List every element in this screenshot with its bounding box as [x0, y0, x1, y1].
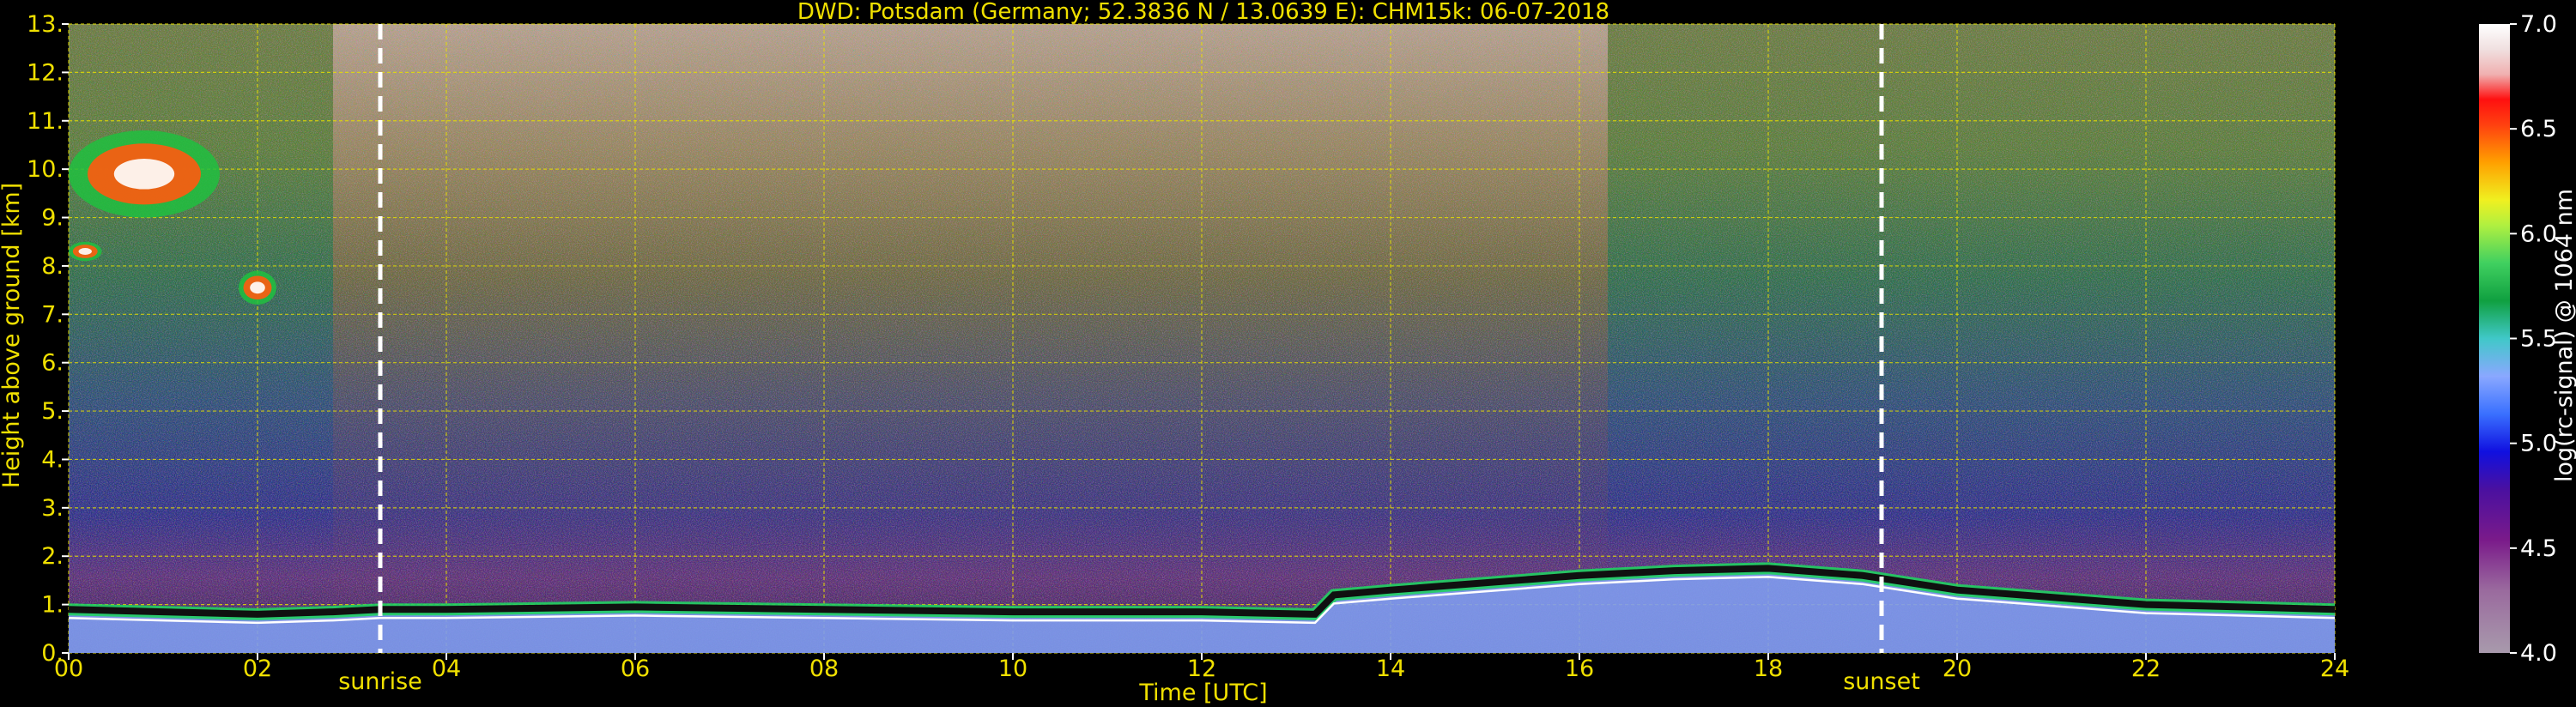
- cloud-feature-peak: [113, 159, 175, 190]
- y-axis-ticks: 0. 1. 2. 3. 4. 5. 6. 7. 8. 9. 10. 11. 12. 13.: [27, 11, 69, 667]
- x-tick-label: 14: [1376, 656, 1405, 682]
- y-tick-label: 8.: [41, 253, 64, 280]
- x-tick-label: 06: [621, 656, 650, 682]
- x-tick-label: 10: [998, 656, 1027, 682]
- y-tick-label: 3.: [41, 495, 64, 522]
- colorbar-label: log(rc-signal) @ 1064 nm: [2551, 189, 2576, 482]
- x-tick-label: 24: [2320, 656, 2349, 682]
- colorbar-tick-label: 4.5: [2520, 535, 2557, 562]
- y-tick-label: 1.: [41, 592, 64, 619]
- x-tick-label: 22: [2131, 656, 2161, 682]
- y-tick-label: 2.: [41, 543, 64, 570]
- cloud-feature-peak: [250, 281, 265, 294]
- sunset-label: sunset: [1843, 668, 1920, 695]
- x-tick-label: 04: [432, 656, 461, 682]
- cloud-feature-peak: [78, 248, 92, 255]
- y-axis-label: Height above ground [km]: [0, 183, 25, 488]
- sunrise-label: sunrise: [338, 668, 422, 695]
- colorbar: 4.04.55.05.56.06.57.0 log(rc-signal) @ 1…: [2479, 11, 2576, 667]
- colorbar-tick-label: 4.0: [2520, 640, 2557, 667]
- y-tick-label: 9.: [41, 205, 64, 232]
- x-tick-label: 12: [1187, 656, 1216, 682]
- colorbar-tick-label: 7.0: [2520, 11, 2557, 38]
- y-tick-label: 13.: [27, 11, 64, 38]
- colorbar-ticks: 4.04.55.05.56.06.57.0: [2510, 11, 2557, 667]
- ceilometer-figure: sunrise sunset 00 02 04 06 08 10 12 14 16 18 20 22 24…: [0, 0, 2576, 706]
- x-tick-label: 02: [243, 656, 272, 682]
- chart-title: DWD: Potsdam (Germany; 52.3836 N / 13.06…: [797, 0, 1609, 25]
- x-tick-label: 20: [1943, 656, 1972, 682]
- x-tick-label: 08: [809, 656, 839, 682]
- y-tick-label: 12.: [27, 59, 64, 86]
- colorbar-tick-label: 6.5: [2520, 116, 2557, 142]
- x-tick-label: 18: [1754, 656, 1783, 682]
- y-tick-label: 6.: [41, 350, 64, 377]
- y-tick-label: 5.: [41, 398, 64, 425]
- y-tick-label: 11.: [27, 108, 64, 135]
- x-axis-label: Time [UTC]: [1138, 680, 1267, 706]
- colorbar-scale: [2479, 24, 2510, 653]
- y-tick-label: 0.: [41, 640, 64, 667]
- y-tick-label: 7.: [41, 301, 64, 328]
- x-tick-label: 16: [1565, 656, 1594, 682]
- y-tick-label: 4.: [41, 446, 64, 473]
- y-tick-label: 10.: [27, 156, 64, 183]
